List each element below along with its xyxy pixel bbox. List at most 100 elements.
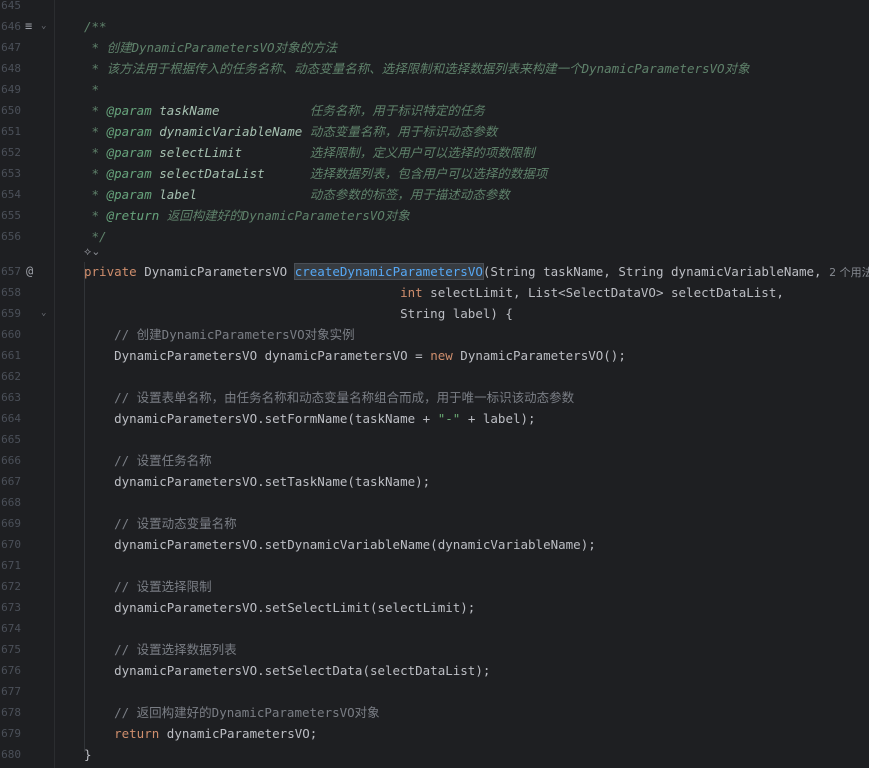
- code-line[interactable]: 649 *: [0, 79, 869, 100]
- code-line[interactable]: 668: [0, 492, 869, 513]
- chevron-down-icon[interactable]: ⌄: [41, 303, 46, 324]
- line-number[interactable]: 652: [0, 142, 21, 163]
- code-text[interactable]: // 创建DynamicParametersVO对象实例: [84, 324, 355, 345]
- line-number[interactable]: 645: [0, 0, 21, 16]
- line-number[interactable]: 664: [0, 408, 21, 429]
- code-line[interactable]: 667 dynamicParametersVO.setTaskName(task…: [0, 471, 869, 492]
- code-line[interactable]: 664 dynamicParametersVO.setFormName(task…: [0, 408, 869, 429]
- code-text[interactable]: * @param label 动态参数的标签，用于描述动态参数: [84, 184, 510, 205]
- code-text[interactable]: // 返回构建好的DynamicParametersVO对象: [84, 702, 380, 723]
- code-line[interactable]: 672 // 设置选择限制: [0, 576, 869, 597]
- code-line[interactable]: 657 private DynamicParametersVO createDyn…: [0, 261, 869, 282]
- code-text[interactable]: int selectLimit, List<SelectDataVO> sele…: [84, 282, 784, 303]
- code-text[interactable]: * 该方法用于根据传入的任务名称、动态变量名称、选择限制和选择数据列表来构建一个…: [84, 58, 750, 79]
- line-number[interactable]: 678: [0, 702, 21, 723]
- line-number[interactable]: 660: [0, 324, 21, 345]
- at-sign-icon[interactable]: @: [26, 261, 33, 282]
- line-number[interactable]: 655: [0, 205, 21, 226]
- line-number[interactable]: 680: [0, 744, 21, 765]
- line-number[interactable]: 669: [0, 513, 21, 534]
- chevron-down-icon[interactable]: ⌄: [41, 16, 46, 37]
- code-text[interactable]: * 创建DynamicParametersVO对象的方法: [84, 37, 338, 58]
- code-line[interactable]: 658 int selectLimit, List<SelectDataVO> …: [0, 282, 869, 303]
- code-text[interactable]: DynamicParametersVO dynamicParametersVO …: [84, 345, 626, 366]
- code-line[interactable]: 679 return dynamicParametersVO;: [0, 723, 869, 744]
- line-number[interactable]: 668: [0, 492, 21, 513]
- line-number[interactable]: 657: [0, 261, 21, 282]
- code-text[interactable]: dynamicParametersVO.setDynamicVariableNa…: [84, 534, 596, 555]
- code-text[interactable]: private DynamicParametersVO createDynami…: [84, 261, 869, 283]
- ai-assist-icon[interactable]: ⟡⌄: [84, 245, 101, 259]
- code-line[interactable]: 678 // 返回构建好的DynamicParametersVO对象: [0, 702, 869, 723]
- line-number[interactable]: 666: [0, 450, 21, 471]
- code-text[interactable]: * @param selectLimit 选择限制，定义用户可以选择的项数限制: [84, 142, 535, 163]
- line-number[interactable]: 674: [0, 618, 21, 639]
- line-number[interactable]: 665: [0, 429, 21, 450]
- code-line[interactable]: 671: [0, 555, 869, 576]
- code-text[interactable]: */: [84, 226, 107, 247]
- code-line[interactable]: 655 * @return 返回构建好的DynamicParametersVO对…: [0, 205, 869, 226]
- code-line[interactable]: 654 * @param label 动态参数的标签，用于描述动态参数: [0, 184, 869, 205]
- line-number[interactable]: 648: [0, 58, 21, 79]
- code-line[interactable]: 651 * @param dynamicVariableName 动态变量名称，…: [0, 121, 869, 142]
- line-number[interactable]: 672: [0, 576, 21, 597]
- code-text[interactable]: dynamicParametersVO.setTaskName(taskName…: [84, 471, 430, 492]
- code-line[interactable]: 676 dynamicParametersVO.setSelectData(se…: [0, 660, 869, 681]
- code-text[interactable]: return dynamicParametersVO;: [84, 723, 317, 744]
- code-text[interactable]: * @param selectDataList 选择数据列表，包含用户可以选择的…: [84, 163, 548, 184]
- code-line[interactable]: 660 // 创建DynamicParametersVO对象实例: [0, 324, 869, 345]
- code-text[interactable]: // 设置任务名称: [84, 450, 212, 471]
- code-line[interactable]: 663 // 设置表单名称，由任务名称和动态变量名称组合而成，用于唯一标识该动态…: [0, 387, 869, 408]
- code-line[interactable]: 659 String label) {⌄: [0, 303, 869, 324]
- line-number[interactable]: 673: [0, 597, 21, 618]
- doc-render-toggle-icon[interactable]: ≡: [25, 16, 32, 37]
- code-text[interactable]: * @return 返回构建好的DynamicParametersVO对象: [84, 205, 410, 226]
- line-number[interactable]: 679: [0, 723, 21, 744]
- line-number[interactable]: 656: [0, 226, 21, 247]
- code-text[interactable]: *: [84, 79, 100, 100]
- code-line[interactable]: 652 * @param selectLimit 选择限制，定义用户可以选择的项…: [0, 142, 869, 163]
- line-number[interactable]: 670: [0, 534, 21, 555]
- code-line[interactable]: 670 dynamicParametersVO.setDynamicVariab…: [0, 534, 869, 555]
- code-text[interactable]: // 设置选择数据列表: [84, 639, 237, 660]
- line-number[interactable]: 651: [0, 121, 21, 142]
- code-line[interactable]: 661 DynamicParametersVO dynamicParameter…: [0, 345, 869, 366]
- line-number[interactable]: 647: [0, 37, 21, 58]
- code-line[interactable]: 656 */: [0, 226, 869, 247]
- line-number[interactable]: 654: [0, 184, 21, 205]
- code-text[interactable]: * @param taskName 任务名称，用于标识特定的任务: [84, 100, 485, 121]
- code-line[interactable]: 677: [0, 681, 869, 702]
- code-text[interactable]: // 设置动态变量名称: [84, 513, 237, 534]
- code-line[interactable]: 646 /** ≡ ⌄: [0, 16, 869, 37]
- code-text[interactable]: dynamicParametersVO.setFormName(taskName…: [84, 408, 535, 429]
- line-number[interactable]: 662: [0, 366, 21, 387]
- code-line[interactable]: 669 // 设置动态变量名称: [0, 513, 869, 534]
- code-line[interactable]: 666 // 设置任务名称: [0, 450, 869, 471]
- line-number[interactable]: 663: [0, 387, 21, 408]
- code-line[interactable]: 650 * @param taskName 任务名称，用于标识特定的任务: [0, 100, 869, 121]
- code-text[interactable]: dynamicParametersVO.setSelectLimit(selec…: [84, 597, 475, 618]
- line-number[interactable]: 653: [0, 163, 21, 184]
- line-number[interactable]: 671: [0, 555, 21, 576]
- code-line[interactable]: 673 dynamicParametersVO.setSelectLimit(s…: [0, 597, 869, 618]
- line-number[interactable]: 650: [0, 100, 21, 121]
- line-number[interactable]: 649: [0, 79, 21, 100]
- code-line[interactable]: 674: [0, 618, 869, 639]
- code-line[interactable]: 647 * 创建DynamicParametersVO对象的方法: [0, 37, 869, 58]
- line-number[interactable]: 661: [0, 345, 21, 366]
- line-number[interactable]: 658: [0, 282, 21, 303]
- code-line[interactable]: 645: [0, 0, 869, 16]
- code-line[interactable]: 675 // 设置选择数据列表: [0, 639, 869, 660]
- line-number[interactable]: 646: [0, 16, 21, 37]
- code-text[interactable]: // 设置选择限制: [84, 576, 212, 597]
- line-number[interactable]: 676: [0, 660, 21, 681]
- line-number[interactable]: 667: [0, 471, 21, 492]
- code-text[interactable]: * @param dynamicVariableName 动态变量名称，用于标识…: [84, 121, 498, 142]
- code-editor[interactable]: ⟡⌄ 645 646/** ≡ ⌄ 647 * 创建DynamicParametersV…: [0, 0, 869, 768]
- code-text[interactable]: }: [84, 744, 92, 765]
- line-number[interactable]: 677: [0, 681, 21, 702]
- code-text[interactable]: dynamicParametersVO.setSelectData(select…: [84, 660, 490, 681]
- line-number[interactable]: 675: [0, 639, 21, 660]
- code-line[interactable]: 653 * @param selectDataList 选择数据列表，包含用户可…: [0, 163, 869, 184]
- code-line[interactable]: 648 * 该方法用于根据传入的任务名称、动态变量名称、选择限制和选择数据列表来…: [0, 58, 869, 79]
